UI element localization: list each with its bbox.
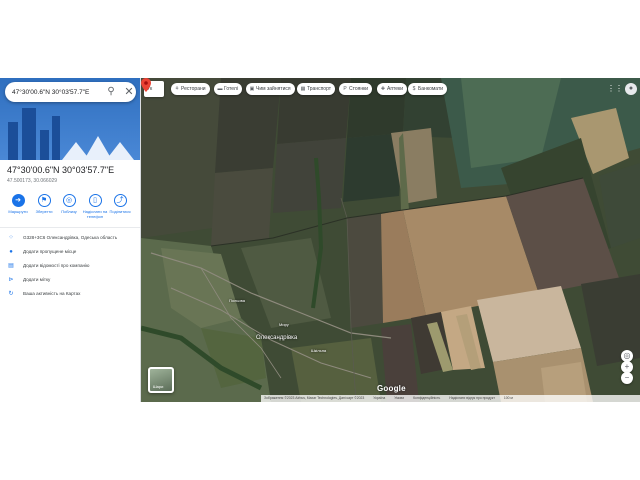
chip-activities[interactable]: ▣ Чим зайнятися xyxy=(246,83,295,95)
map-controls: ◎ + − xyxy=(621,350,635,384)
pharmacy-icon: ✚ xyxy=(380,86,386,92)
action-label: Надіслати на телефон xyxy=(82,209,108,219)
hotel-icon: ▬ xyxy=(217,86,223,92)
chip-hotels[interactable]: ▬ Готелі xyxy=(214,83,242,95)
privacy-link[interactable]: Конфіденційність xyxy=(413,396,440,400)
share-icon: ⤴ xyxy=(113,194,127,207)
chip-restaurants[interactable]: ⚘ Ресторани xyxy=(171,83,210,95)
chip-pharmacy[interactable]: ✚ Аптеки xyxy=(377,83,408,95)
satellite-imagery xyxy=(141,78,640,402)
action-label: Поділитися xyxy=(109,209,131,214)
action-label: Зберегти xyxy=(35,209,53,214)
info-add-place[interactable]: ● Додати пропущене місце xyxy=(7,248,139,258)
restaurant-icon: ⚘ xyxy=(174,86,180,92)
history-icon: ↻ xyxy=(8,291,14,297)
info-text: Додати мітку xyxy=(23,277,51,282)
info-text: Ваша активність на Картах xyxy=(23,291,81,296)
nearby-icon: ◎ xyxy=(62,194,76,207)
action-send-to-phone[interactable]: ▯ Надіслати на телефон xyxy=(82,194,108,219)
road-label: Миру xyxy=(279,322,289,327)
chip-label: Ресторани xyxy=(181,86,206,92)
layers-label: Шари xyxy=(153,384,164,389)
road-label: Шкільна xyxy=(311,348,327,353)
activities-icon: ▣ xyxy=(249,86,255,92)
transit-icon: ▦ xyxy=(300,86,306,92)
satellite-map[interactable]: Ук ⚘ Ресторани ▬ Готелі ▣ Чим зайнятися ▦ Тр… xyxy=(141,78,640,402)
divider xyxy=(0,227,140,228)
layers-button[interactable]: Шари xyxy=(148,367,174,393)
action-label: Поблизу xyxy=(61,209,77,214)
search-icon[interactable]: ⚲ xyxy=(104,85,118,99)
chip-label: Готелі xyxy=(224,86,238,92)
phone-icon: ▯ xyxy=(88,194,102,207)
info-text: Додати пропущене місце xyxy=(23,249,77,254)
chip-transit[interactable]: ▦ Транспорт xyxy=(297,83,336,95)
plus-code-icon: ⁘ xyxy=(8,235,14,241)
directions-icon: ➜ xyxy=(11,194,25,207)
location-pin-icon[interactable] xyxy=(141,78,151,92)
chip-label: Стоянки xyxy=(349,86,369,92)
add-place-icon: ● xyxy=(9,249,13,255)
atm-icon: $ xyxy=(412,86,416,92)
map-attribution-bar: Зображення ©2023 Airbus, Maxar Technolog… xyxy=(261,395,640,402)
parking-icon: P xyxy=(343,86,347,92)
attribution-text: Зображення ©2023 Airbus, Maxar Technolog… xyxy=(264,396,365,400)
chip-parking[interactable]: P Стоянки xyxy=(339,83,373,95)
info-activity[interactable]: ↻ Ваша активність на Картах xyxy=(7,290,139,300)
terms-link[interactable]: Умови xyxy=(394,396,404,400)
chip-label: Чим зайнятися xyxy=(256,86,291,92)
attribution-country[interactable]: Україна xyxy=(373,396,385,400)
info-add-business[interactable]: ▤ Додати відомості про компанію xyxy=(7,262,139,272)
label-icon: ⊳ xyxy=(8,277,14,283)
action-nearby[interactable]: ◎ Поблизу xyxy=(56,194,82,214)
account-icon[interactable]: ● xyxy=(625,83,637,95)
info-add-label[interactable]: ⊳ Додати мітку xyxy=(7,276,139,286)
road-label: Польова xyxy=(229,298,245,303)
chip-atm[interactable]: $ Банкомати xyxy=(408,83,448,95)
place-title: 47°30'00.6"N 30°03'57.7"E xyxy=(7,165,115,175)
bookmark-icon: ⚑ xyxy=(37,194,51,207)
info-text: Додати відомості про компанію xyxy=(23,263,90,268)
apps-grid-icon[interactable]: ⋮⋮ xyxy=(607,84,623,94)
action-label: Маршрути xyxy=(8,209,28,214)
chip-label: Аптеки xyxy=(387,86,404,92)
action-save[interactable]: ⚑ Зберегти xyxy=(31,194,57,214)
search-box[interactable]: ⚲ ✕ xyxy=(5,82,136,102)
place-hero-image: ⚲ ✕ xyxy=(0,78,140,160)
village-label: Олександрівка xyxy=(256,335,298,341)
maps-window: ⚲ ✕ 47°30'00.6"N 30°03'57.7"E 47.500173,… xyxy=(0,78,640,402)
info-plus-code[interactable]: ⁘ G328+3C6 Олександрівка, Одеська област… xyxy=(7,234,139,244)
feedback-link[interactable]: Надіслати відгук про продукт xyxy=(449,396,495,400)
action-directions[interactable]: ➜ Маршрути xyxy=(5,194,31,214)
chip-label: Банкомати xyxy=(418,86,444,92)
zoom-out-button[interactable]: − xyxy=(621,372,633,384)
info-text: G328+3C6 Олександрівка, Одеська область xyxy=(23,235,118,240)
business-icon: ▤ xyxy=(8,263,14,269)
search-input[interactable] xyxy=(12,84,102,100)
scale-label[interactable]: 100 м xyxy=(504,396,513,400)
close-icon[interactable]: ✕ xyxy=(122,85,136,99)
chip-label: Транспорт xyxy=(307,86,332,92)
side-panel: ⚲ ✕ 47°30'00.6"N 30°03'57.7"E 47.500173,… xyxy=(0,78,141,402)
place-coordinates: 47.500173, 30.066029 xyxy=(7,178,58,184)
action-share[interactable]: ⤴ Поділитися xyxy=(107,194,133,214)
google-logo: Google xyxy=(377,384,406,393)
